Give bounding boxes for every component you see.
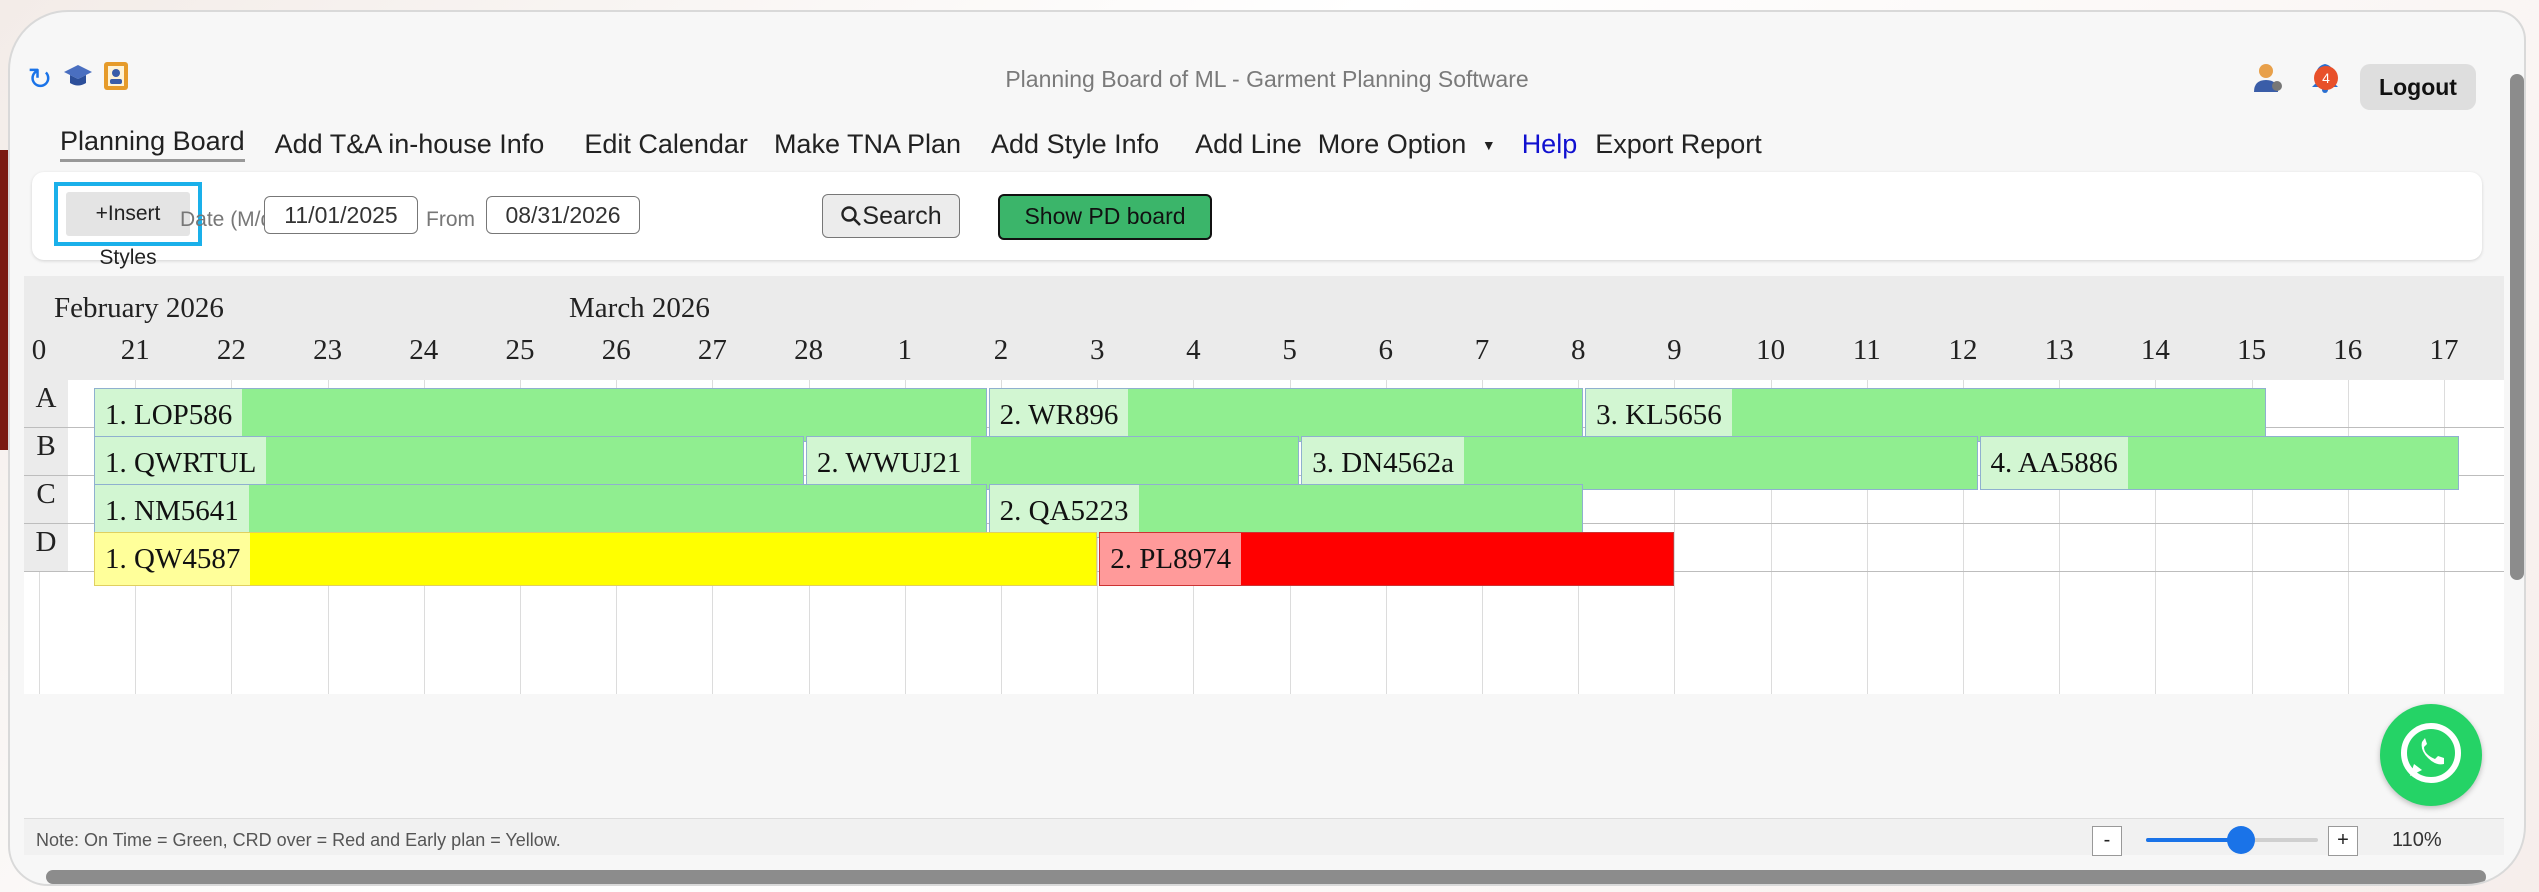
day-header: 17 [2429, 334, 2459, 366]
horizontal-scrollbar[interactable] [46, 870, 2486, 884]
style-bar[interactable]: 2. PL8974 [1099, 532, 1675, 586]
main-nav: Planning Board Add T&A in-house Info Edi… [60, 122, 1792, 166]
date-input[interactable]: 11/01/2025 [264, 196, 418, 234]
whatsapp-icon[interactable] [2380, 704, 2482, 806]
style-bar[interactable]: 1. NM5641 [94, 484, 987, 538]
style-bar-label: 2. PL8974 [1100, 533, 1242, 585]
nav-more-option[interactable]: More Option ▼ [1318, 129, 1496, 160]
day-header: 8 [1570, 334, 1586, 366]
search-label: Search [862, 202, 942, 230]
style-bar-label: 4. AA5886 [1980, 437, 2128, 489]
show-pd-board-button[interactable]: Show PD board [998, 194, 1212, 240]
line-label-b: B [24, 428, 68, 476]
nav-add-style-info[interactable]: Add Style Info [991, 129, 1159, 160]
style-bar-label: 3. DN4562a [1302, 437, 1465, 489]
style-bar-label: 1. LOP586 [95, 389, 243, 441]
nav-export-report[interactable]: Export Report [1595, 129, 1762, 160]
style-bar-label: 2. WWUJ21 [806, 437, 972, 489]
style-bar-label: 2. QA5223 [989, 485, 1139, 537]
search-icon [841, 206, 862, 226]
day-header: 23 [313, 334, 343, 366]
nav-make-tna-plan[interactable]: Make TNA Plan [774, 129, 961, 160]
day-header: 27 [697, 334, 727, 366]
planning-board-grid: February 2026 March 2026 0 21 22 23 24 25 26 27 28… [24, 276, 2504, 694]
line-label-c: C [24, 476, 68, 524]
nav-planning-board[interactable]: Planning Board [60, 126, 245, 162]
day-header: 6 [1378, 334, 1394, 366]
style-bar[interactable]: 2. WR896 [988, 388, 1584, 442]
day-header: 0 [31, 334, 47, 366]
day-header: 3 [1089, 334, 1105, 366]
nav-more-option-label: More Option [1317, 128, 1467, 159]
chevron-down-icon: ▼ [1481, 137, 1496, 154]
day-header: 26 [601, 334, 631, 366]
insert-styles-button[interactable]: +Insert Styles [66, 192, 190, 269]
notification-badge: 4 [2314, 66, 2338, 90]
style-bar-label: 1. QW4587 [95, 533, 251, 585]
from-label: From [426, 208, 475, 231]
nav-edit-calendar[interactable]: Edit Calendar [584, 129, 748, 160]
title-bar: ↻ Planning Board of ML - Garment Plannin… [10, 32, 2524, 110]
vertical-scrollbar[interactable] [2510, 74, 2524, 580]
day-header: 22 [216, 334, 246, 366]
day-header: 24 [409, 334, 439, 366]
style-bar[interactable]: 1. LOP586 [94, 388, 987, 442]
from-date-input[interactable]: 08/31/2026 [486, 196, 640, 234]
month-label: March 2026 [569, 292, 710, 324]
style-bar-label: 3. KL5656 [1586, 389, 1732, 441]
zoom-out-button[interactable]: - [2092, 826, 2122, 856]
line-label-a: A [24, 380, 68, 428]
style-bar[interactable]: 1. QWRTUL [94, 436, 804, 490]
style-bar-label: 2. WR896 [989, 389, 1129, 441]
user-settings-icon[interactable] [2248, 60, 2288, 100]
day-header: 7 [1474, 334, 1490, 366]
style-bar[interactable]: 2. QA5223 [988, 484, 1584, 538]
style-bar[interactable]: 2. WWUJ21 [805, 436, 1300, 490]
window-title: Planning Board of ML - Garment Planning … [1005, 66, 1529, 92]
zoom-level: 110% [2392, 829, 2442, 851]
day-header: 11 [1852, 334, 1881, 366]
style-bar[interactable]: 4. AA5886 [1979, 436, 2459, 490]
day-header: 2 [993, 334, 1009, 366]
style-bar-label: 1. NM5641 [95, 485, 249, 537]
day-header: 28 [794, 334, 824, 366]
nav-add-line[interactable]: Add Line [1195, 129, 1302, 160]
zoom-slider-thumb[interactable] [2226, 826, 2255, 854]
month-label: February 2026 [54, 292, 224, 324]
legend-note: Note: On Time = Green, CRD over = Red an… [36, 830, 561, 850]
style-bar[interactable]: 3. DN4562a [1301, 436, 1978, 490]
day-header: 13 [2044, 334, 2074, 366]
day-header: 14 [2140, 334, 2170, 366]
app-window: ↻ Planning Board of ML - Garment Plannin… [8, 10, 2526, 886]
nav-help[interactable]: Help [1522, 129, 1578, 160]
logout-button[interactable]: Logout [2360, 64, 2476, 110]
day-header: 1 [897, 334, 913, 366]
day-header: 9 [1667, 334, 1682, 366]
zoom-in-button[interactable]: + [2328, 826, 2358, 856]
zoom-slider[interactable] [2146, 826, 2318, 854]
day-header: 15 [2237, 334, 2267, 366]
style-bar[interactable]: 3. KL5656 [1585, 388, 2267, 442]
day-header: 25 [505, 334, 535, 366]
day-header: 5 [1282, 334, 1297, 366]
background-edge [0, 150, 8, 450]
day-header: 16 [2333, 334, 2363, 366]
day-header: 4 [1186, 334, 1201, 366]
nav-add-ta-info[interactable]: Add T&A in-house Info [275, 129, 545, 160]
style-bar[interactable]: 1. QW4587 [94, 532, 1098, 586]
day-header: 10 [1756, 334, 1786, 366]
search-button[interactable]: Search [822, 194, 960, 238]
style-bar-label: 1. QWRTUL [95, 437, 267, 489]
day-header: 12 [1948, 334, 1978, 366]
line-label-d: D [24, 524, 68, 572]
day-header: 21 [120, 334, 150, 366]
